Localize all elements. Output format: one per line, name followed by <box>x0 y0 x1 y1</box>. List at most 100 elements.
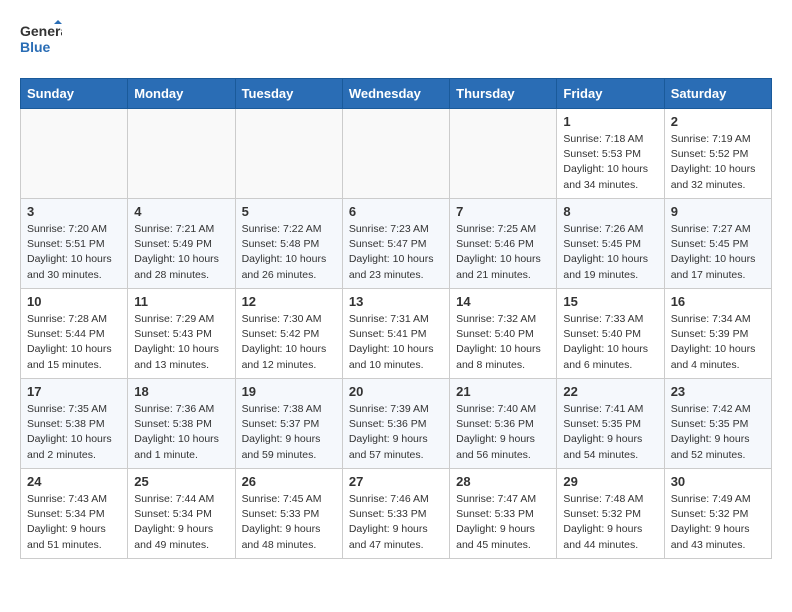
day-info: Sunrise: 7:42 AMSunset: 5:35 PMDaylight:… <box>671 402 765 463</box>
calendar-day: 21 Sunrise: 7:40 AMSunset: 5:36 PMDayligh… <box>450 379 557 469</box>
day-info: Sunrise: 7:39 AMSunset: 5:36 PMDaylight:… <box>349 402 443 463</box>
day-number: 3 <box>27 204 121 219</box>
calendar-week-3: 10Sunrise: 7:28 AMSunset: 5:44 PMDayligh… <box>21 289 772 379</box>
day-header-tuesday: Tuesday <box>235 79 342 109</box>
day-number: 26 <box>242 474 336 489</box>
calendar-day: 3 Sunrise: 7:20 AMSunset: 5:51 PMDaylight… <box>21 199 128 289</box>
day-number: 29 <box>563 474 657 489</box>
days-header-row: SundayMondayTuesdayWednesdayThursdayFrid… <box>21 79 772 109</box>
day-info: Sunrise: 7:30 AMSunset: 5:42 PMDaylight:… <box>242 312 336 373</box>
day-info: Sunrise: 7:43 AMSunset: 5:34 PMDaylight:… <box>27 492 121 553</box>
calendar-day <box>450 109 557 199</box>
day-number: 20 <box>349 384 443 399</box>
calendar-day: 17 Sunrise: 7:35 AMSunset: 5:38 PMDayligh… <box>21 379 128 469</box>
calendar-day: 26 Sunrise: 7:45 AMSunset: 5:33 PMDayligh… <box>235 469 342 559</box>
calendar-day: 8 Sunrise: 7:26 AMSunset: 5:45 PMDaylight… <box>557 199 664 289</box>
calendar-day: 22 Sunrise: 7:41 AMSunset: 5:35 PMDayligh… <box>557 379 664 469</box>
day-number: 9 <box>671 204 765 219</box>
day-info: Sunrise: 7:40 AMSunset: 5:36 PMDaylight:… <box>456 402 550 463</box>
day-info: Sunrise: 7:45 AMSunset: 5:33 PMDaylight:… <box>242 492 336 553</box>
page-header: General Blue <box>20 20 772 62</box>
day-number: 6 <box>349 204 443 219</box>
day-info: Sunrise: 7:22 AMSunset: 5:48 PMDaylight:… <box>242 222 336 283</box>
calendar-day: 28Sunrise: 7:47 AMSunset: 5:33 PMDayligh… <box>450 469 557 559</box>
day-number: 27 <box>349 474 443 489</box>
calendar-day <box>235 109 342 199</box>
calendar-day: 30Sunrise: 7:49 AMSunset: 5:32 PMDayligh… <box>664 469 771 559</box>
day-number: 22 <box>563 384 657 399</box>
day-number: 12 <box>242 294 336 309</box>
calendar-day: 10Sunrise: 7:28 AMSunset: 5:44 PMDayligh… <box>21 289 128 379</box>
day-number: 7 <box>456 204 550 219</box>
day-header-sunday: Sunday <box>21 79 128 109</box>
day-number: 14 <box>456 294 550 309</box>
day-info: Sunrise: 7:19 AMSunset: 5:52 PMDaylight:… <box>671 132 765 193</box>
day-header-thursday: Thursday <box>450 79 557 109</box>
calendar-day: 13 Sunrise: 7:31 AMSunset: 5:41 PMDayligh… <box>342 289 449 379</box>
day-number: 23 <box>671 384 765 399</box>
day-number: 30 <box>671 474 765 489</box>
day-info: Sunrise: 7:46 AMSunset: 5:33 PMDaylight:… <box>349 492 443 553</box>
svg-text:Blue: Blue <box>20 39 51 55</box>
calendar-week-1: 1 Sunrise: 7:18 AMSunset: 5:53 PMDaylight… <box>21 109 772 199</box>
day-info: Sunrise: 7:33 AMSunset: 5:40 PMDaylight:… <box>563 312 657 373</box>
day-number: 1 <box>563 114 657 129</box>
day-info: Sunrise: 7:47 AMSunset: 5:33 PMDaylight:… <box>456 492 550 553</box>
day-info: Sunrise: 7:36 AMSunset: 5:38 PMDaylight:… <box>134 402 228 463</box>
calendar-day: 25 Sunrise: 7:44 AMSunset: 5:34 PMDayligh… <box>128 469 235 559</box>
calendar-day: 1 Sunrise: 7:18 AMSunset: 5:53 PMDaylight… <box>557 109 664 199</box>
day-number: 11 <box>134 294 228 309</box>
day-info: Sunrise: 7:48 AMSunset: 5:32 PMDaylight:… <box>563 492 657 553</box>
calendar-day: 9 Sunrise: 7:27 AMSunset: 5:45 PMDaylight… <box>664 199 771 289</box>
day-info: Sunrise: 7:38 AMSunset: 5:37 PMDaylight:… <box>242 402 336 463</box>
day-number: 17 <box>27 384 121 399</box>
day-number: 19 <box>242 384 336 399</box>
day-number: 25 <box>134 474 228 489</box>
day-number: 16 <box>671 294 765 309</box>
day-info: Sunrise: 7:35 AMSunset: 5:38 PMDaylight:… <box>27 402 121 463</box>
day-info: Sunrise: 7:28 AMSunset: 5:44 PMDaylight:… <box>27 312 121 373</box>
day-info: Sunrise: 7:23 AMSunset: 5:47 PMDaylight:… <box>349 222 443 283</box>
day-number: 8 <box>563 204 657 219</box>
day-header-wednesday: Wednesday <box>342 79 449 109</box>
calendar-day: 19 Sunrise: 7:38 AMSunset: 5:37 PMDayligh… <box>235 379 342 469</box>
calendar-day: 24 Sunrise: 7:43 AMSunset: 5:34 PMDayligh… <box>21 469 128 559</box>
calendar-day: 16Sunrise: 7:34 AMSunset: 5:39 PMDayligh… <box>664 289 771 379</box>
calendar-day: 7 Sunrise: 7:25 AMSunset: 5:46 PMDaylight… <box>450 199 557 289</box>
calendar-day: 29 Sunrise: 7:48 AMSunset: 5:32 PMDayligh… <box>557 469 664 559</box>
calendar-day: 18 Sunrise: 7:36 AMSunset: 5:38 PMDayligh… <box>128 379 235 469</box>
calendar-day: 11 Sunrise: 7:29 AMSunset: 5:43 PMDayligh… <box>128 289 235 379</box>
logo-svg: General Blue <box>20 20 62 62</box>
day-header-saturday: Saturday <box>664 79 771 109</box>
day-number: 24 <box>27 474 121 489</box>
day-info: Sunrise: 7:31 AMSunset: 5:41 PMDaylight:… <box>349 312 443 373</box>
calendar-week-2: 3 Sunrise: 7:20 AMSunset: 5:51 PMDaylight… <box>21 199 772 289</box>
day-number: 15 <box>563 294 657 309</box>
logo: General Blue <box>20 20 62 62</box>
day-number: 4 <box>134 204 228 219</box>
calendar-week-5: 24 Sunrise: 7:43 AMSunset: 5:34 PMDayligh… <box>21 469 772 559</box>
day-number: 13 <box>349 294 443 309</box>
calendar-day: 12 Sunrise: 7:30 AMSunset: 5:42 PMDayligh… <box>235 289 342 379</box>
day-info: Sunrise: 7:26 AMSunset: 5:45 PMDaylight:… <box>563 222 657 283</box>
day-info: Sunrise: 7:29 AMSunset: 5:43 PMDaylight:… <box>134 312 228 373</box>
day-info: Sunrise: 7:27 AMSunset: 5:45 PMDaylight:… <box>671 222 765 283</box>
calendar-table: SundayMondayTuesdayWednesdayThursdayFrid… <box>20 78 772 559</box>
calendar-day: 6 Sunrise: 7:23 AMSunset: 5:47 PMDaylight… <box>342 199 449 289</box>
day-info: Sunrise: 7:20 AMSunset: 5:51 PMDaylight:… <box>27 222 121 283</box>
day-header-friday: Friday <box>557 79 664 109</box>
day-info: Sunrise: 7:41 AMSunset: 5:35 PMDaylight:… <box>563 402 657 463</box>
day-info: Sunrise: 7:25 AMSunset: 5:46 PMDaylight:… <box>456 222 550 283</box>
day-number: 21 <box>456 384 550 399</box>
day-info: Sunrise: 7:44 AMSunset: 5:34 PMDaylight:… <box>134 492 228 553</box>
calendar-week-4: 17 Sunrise: 7:35 AMSunset: 5:38 PMDayligh… <box>21 379 772 469</box>
calendar-day: 15 Sunrise: 7:33 AMSunset: 5:40 PMDayligh… <box>557 289 664 379</box>
svg-text:General: General <box>20 23 62 39</box>
calendar-day: 14 Sunrise: 7:32 AMSunset: 5:40 PMDayligh… <box>450 289 557 379</box>
day-info: Sunrise: 7:32 AMSunset: 5:40 PMDaylight:… <box>456 312 550 373</box>
calendar-day <box>342 109 449 199</box>
day-info: Sunrise: 7:18 AMSunset: 5:53 PMDaylight:… <box>563 132 657 193</box>
day-number: 18 <box>134 384 228 399</box>
calendar-day <box>128 109 235 199</box>
day-number: 5 <box>242 204 336 219</box>
